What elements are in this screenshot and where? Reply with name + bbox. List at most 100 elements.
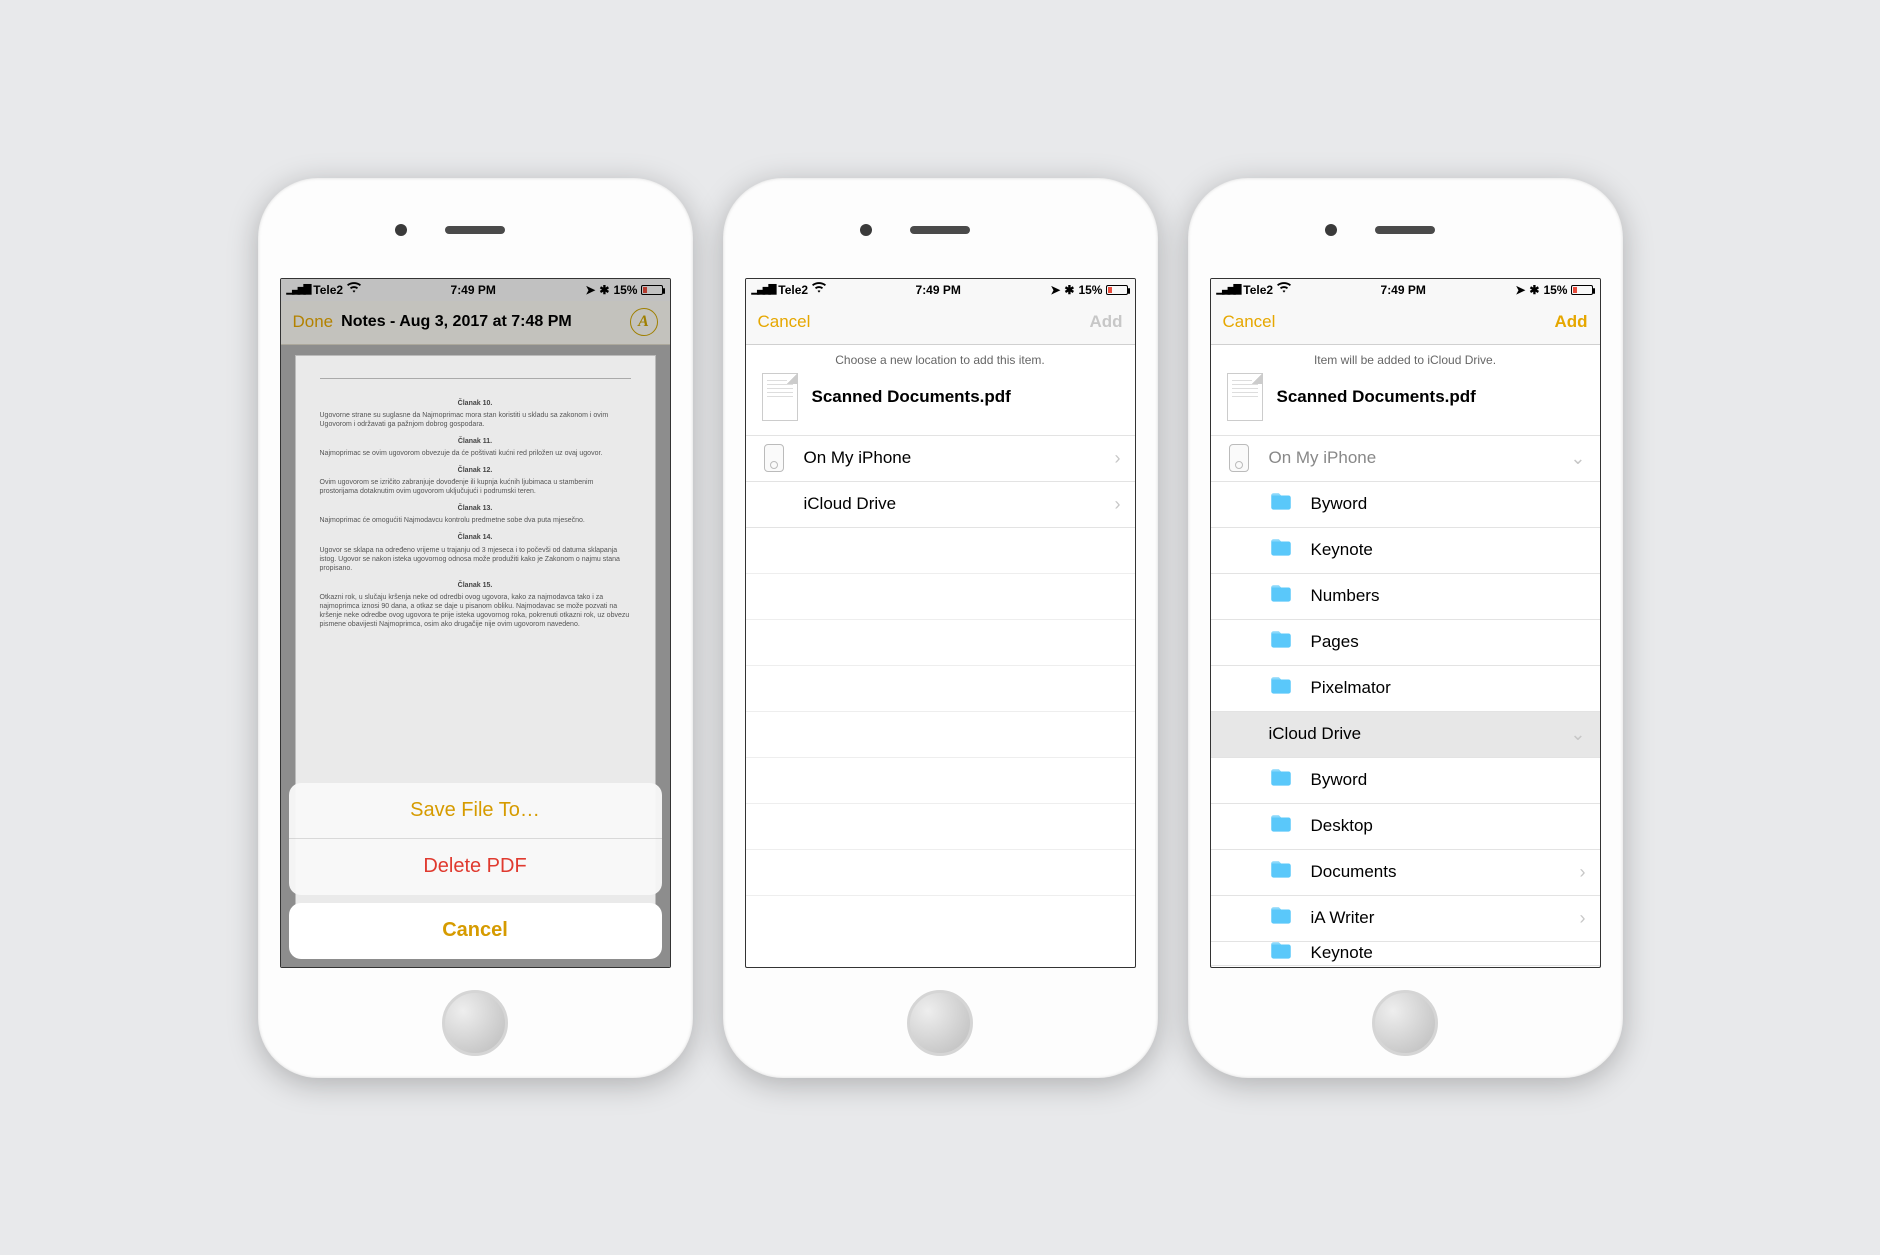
chevron-right-icon: ›: [1580, 908, 1586, 929]
empty-rows: [746, 528, 1135, 896]
folder-row[interactable]: Byword: [1211, 758, 1600, 804]
folder-row[interactable]: Pages: [1211, 620, 1600, 666]
folder-icon: [1268, 581, 1294, 612]
folder-row[interactable]: iA Writer›: [1211, 896, 1600, 942]
cancel-button[interactable]: Cancel: [1223, 312, 1276, 332]
article-heading: Članak 11.: [320, 437, 631, 446]
folder-icon: [1268, 942, 1294, 966]
row-label: Byword: [1311, 494, 1586, 514]
phone-frame-1: ▁▃▅▇ Tele2 7:49 PM ➤ ✱ 15% Done Notes - …: [258, 178, 693, 1078]
clock-label: 7:49 PM: [451, 283, 496, 297]
article-text: Ugovor se sklapa na određeno vrijeme u t…: [320, 546, 631, 573]
signal-icon: ▁▃▅▇: [1217, 284, 1240, 295]
folder-icon: [1268, 765, 1294, 796]
row-label: Documents: [1311, 862, 1580, 882]
nav-bar: Cancel Add: [1211, 301, 1600, 345]
battery-icon: [1571, 285, 1593, 295]
status-bar: ▁▃▅▇ Tele2 7:49 PM ➤ ✱ 15%: [281, 279, 670, 301]
row-label: Desktop: [1311, 816, 1586, 836]
article-text: Najmoprimac se ovim ugovorom obvezuje da…: [320, 449, 631, 458]
done-button[interactable]: Done: [293, 312, 334, 332]
folder-row[interactable]: Desktop: [1211, 804, 1600, 850]
bluetooth-icon: ✱: [1064, 283, 1074, 297]
cancel-button[interactable]: Cancel: [289, 903, 662, 959]
folder-row[interactable]: Keynote: [1211, 528, 1600, 574]
add-button[interactable]: Add: [1554, 312, 1587, 332]
row-label: Numbers: [1311, 586, 1586, 606]
cloud-icon: [1225, 722, 1253, 747]
row-label: Byword: [1311, 770, 1586, 790]
instruction-label: Item will be added to iCloud Drive.: [1211, 345, 1600, 373]
location-row[interactable]: iCloud Drive ›: [746, 482, 1135, 528]
folder-icon: [1268, 673, 1294, 704]
battery-pct: 15%: [1078, 283, 1102, 297]
status-bar: ▁▃▅▇ Tele2 7:49 PM ➤ ✱ 15%: [1211, 279, 1600, 301]
folder-icon: [1268, 811, 1294, 842]
status-bar: ▁▃▅▇ Tele2 7:49 PM ➤ ✱ 15%: [746, 279, 1135, 301]
cloud-icon: [760, 492, 788, 517]
location-label: On My iPhone: [804, 448, 1115, 468]
document-filename: Scanned Documents.pdf: [1277, 387, 1476, 407]
wifi-icon: [812, 281, 826, 298]
folder-icon: [1268, 535, 1294, 566]
home-button[interactable]: [1372, 990, 1438, 1056]
battery-pct: 15%: [1543, 283, 1567, 297]
folder-icon: [1268, 857, 1294, 888]
article-heading: Članak 10.: [320, 399, 631, 408]
row-label: Keynote: [1311, 540, 1586, 560]
chevron-right-icon: ›: [1115, 448, 1121, 469]
folder-row[interactable]: Numbers: [1211, 574, 1600, 620]
carrier-label: Tele2: [1243, 283, 1273, 297]
home-button[interactable]: [907, 990, 973, 1056]
folder-row[interactable]: Keynote: [1211, 942, 1600, 966]
home-button[interactable]: [442, 990, 508, 1056]
row-label: On My iPhone: [1269, 448, 1571, 468]
location-label: iCloud Drive: [804, 494, 1115, 514]
battery-icon: [641, 285, 663, 295]
row-label: Keynote: [1311, 943, 1586, 963]
device-icon: [1229, 444, 1249, 472]
article-heading: Članak 13.: [320, 504, 631, 513]
document-filename: Scanned Documents.pdf: [812, 387, 1011, 407]
location-icon: ➤: [1050, 283, 1060, 297]
battery-pct: 15%: [613, 283, 637, 297]
device-icon: [764, 444, 784, 472]
bluetooth-icon: ✱: [599, 283, 609, 297]
markup-button[interactable]: A: [630, 308, 658, 336]
location-icon: ➤: [1515, 283, 1525, 297]
article-heading: Članak 15.: [320, 581, 631, 590]
document-icon: [762, 373, 798, 421]
article-text: Najmoprimac će omogućiti Najmodavcu kont…: [320, 516, 631, 525]
signal-icon: ▁▃▅▇: [287, 284, 310, 295]
bluetooth-icon: ✱: [1529, 283, 1539, 297]
article-text: Otkazni rok, u slučaju kršenja neke od o…: [320, 593, 631, 629]
section-row[interactable]: iCloud Drive⌄: [1211, 712, 1600, 758]
battery-icon: [1106, 285, 1128, 295]
folder-row[interactable]: Documents›: [1211, 850, 1600, 896]
article-text: Ovim ugovorom se izričito zabranjuje dov…: [320, 478, 631, 496]
clock-label: 7:49 PM: [1381, 283, 1426, 297]
nav-bar: Cancel Add: [746, 301, 1135, 345]
row-label: iA Writer: [1311, 908, 1580, 928]
chevron-down-icon: ⌄: [1570, 724, 1585, 745]
folder-row[interactable]: Byword: [1211, 482, 1600, 528]
signal-icon: ▁▃▅▇: [752, 284, 775, 295]
row-label: Pixelmator: [1311, 678, 1586, 698]
carrier-label: Tele2: [778, 283, 808, 297]
instruction-label: Choose a new location to add this item.: [746, 345, 1135, 373]
article-text: Ugovorne strane su suglasne da Najmoprim…: [320, 411, 631, 429]
cancel-button[interactable]: Cancel: [758, 312, 811, 332]
save-file-to-button[interactable]: Save File To…: [289, 783, 662, 839]
folder-row[interactable]: Pixelmator: [1211, 666, 1600, 712]
location-row[interactable]: On My iPhone ›: [746, 436, 1135, 482]
folder-icon: [1268, 903, 1294, 934]
section-row[interactable]: On My iPhone⌄: [1211, 436, 1600, 482]
action-sheet: Save File To… Delete PDF Cancel: [289, 783, 662, 959]
delete-pdf-button[interactable]: Delete PDF: [289, 839, 662, 895]
document-header: Scanned Documents.pdf: [746, 373, 1135, 436]
article-heading: Članak 12.: [320, 466, 631, 475]
folder-list: On My iPhone⌄ Byword Keynote Numbers Pag…: [1211, 436, 1600, 966]
phone-frame-2: ▁▃▅▇ Tele2 7:49 PM ➤ ✱ 15% Cancel Add Ch…: [723, 178, 1158, 1078]
row-label: iCloud Drive: [1269, 724, 1571, 744]
wifi-icon: [1277, 281, 1291, 298]
